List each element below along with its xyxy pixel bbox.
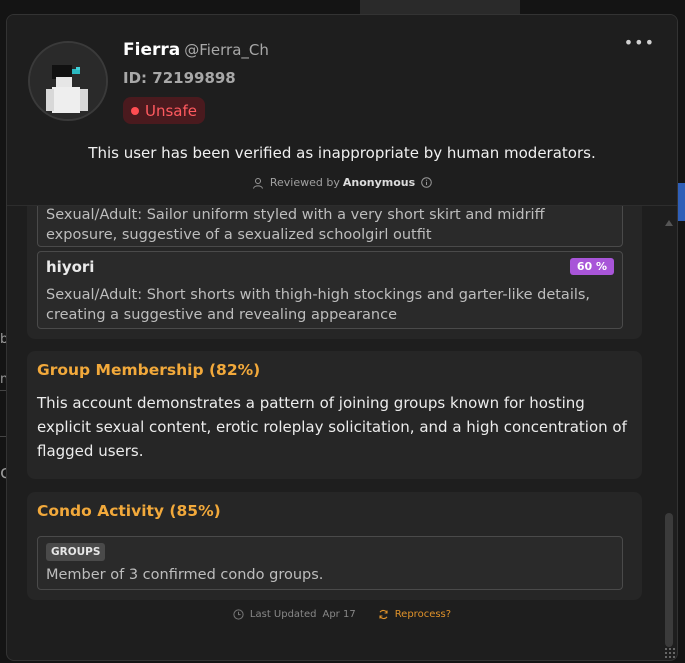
outfit-description: Sexual/Adult: Sailor uniform styled with… xyxy=(46,207,545,243)
background-avatar-art xyxy=(360,0,520,14)
reprocess-button[interactable]: Reprocess? xyxy=(378,609,451,620)
refresh-icon xyxy=(379,609,388,620)
status-badge: Unsafe xyxy=(123,97,206,124)
group-membership-card: Group Membership (82%) This account demo… xyxy=(27,351,642,479)
status-dot-icon xyxy=(131,106,139,115)
popup-footer: Last Updated Apr 17 Reprocess? xyxy=(7,609,677,620)
info-icon[interactable] xyxy=(421,177,432,188)
username: @Fierra_Ch xyxy=(184,41,269,59)
ellipsis-icon[interactable]: ••• xyxy=(624,33,655,52)
outfit-item: hiyori 60 % Sexual/Adult: Short shorts w… xyxy=(37,251,623,329)
groups-tag: GROUPS xyxy=(46,543,106,561)
group-membership-title: Group Membership (82%) xyxy=(37,361,261,379)
reviewed-by-row: Reviewed by Anonymous xyxy=(7,176,677,189)
scrollbar-thumb[interactable] xyxy=(665,513,673,647)
group-membership-body: This account demonstrates a pattern of j… xyxy=(37,394,627,460)
outfit-name: hiyori xyxy=(46,258,95,276)
outfit-description: Sexual/Adult: Short shorts with thigh-hi… xyxy=(46,287,591,323)
scrollbar[interactable] xyxy=(665,220,673,660)
reprocess-label: Reprocess? xyxy=(394,609,452,620)
reviewed-by-label: Reviewed by xyxy=(269,176,340,189)
profile-header: Fierra @Fierra_Ch ID: 72199898 Unsafe •••… xyxy=(7,15,677,206)
avatar xyxy=(28,41,108,121)
resize-grip-icon[interactable] xyxy=(665,648,675,658)
last-updated-date: Apr 17 xyxy=(322,609,356,620)
condo-groups-text: Member of 3 confirmed condo groups. xyxy=(46,567,324,583)
condo-groups-box: GROUPS Member of 3 confirmed condo group… xyxy=(37,536,623,590)
outfit-analysis-card: Sexual/Adult: Sailor uniform styled with… xyxy=(27,189,642,339)
confidence-badge: 60 % xyxy=(569,258,614,275)
user-icon xyxy=(252,177,263,189)
background-side-tab xyxy=(678,183,685,221)
display-name: Fierra xyxy=(123,40,181,60)
condo-activity-card: Condo Activity (85%) GROUPS Member of 3 … xyxy=(27,492,642,600)
name-row: Fierra @Fierra_Ch xyxy=(123,40,269,60)
clock-icon xyxy=(233,609,244,620)
condo-activity-title: Condo Activity (85%) xyxy=(37,502,221,520)
scroll-content[interactable]: Sexual/Adult: Sailor uniform styled with… xyxy=(7,189,677,660)
user-profile-popup: Fierra @Fierra_Ch ID: 72199898 Unsafe •••… xyxy=(6,14,678,661)
user-id: ID: 72199898 xyxy=(123,69,236,87)
last-updated-label: Last Updated xyxy=(249,609,317,620)
scroll-up-arrow-icon[interactable] xyxy=(665,220,673,226)
status-label: Unsafe xyxy=(145,101,198,120)
reviewer-name: Anonymous xyxy=(342,176,416,189)
verification-message: This user has been verified as inappropr… xyxy=(88,144,596,162)
